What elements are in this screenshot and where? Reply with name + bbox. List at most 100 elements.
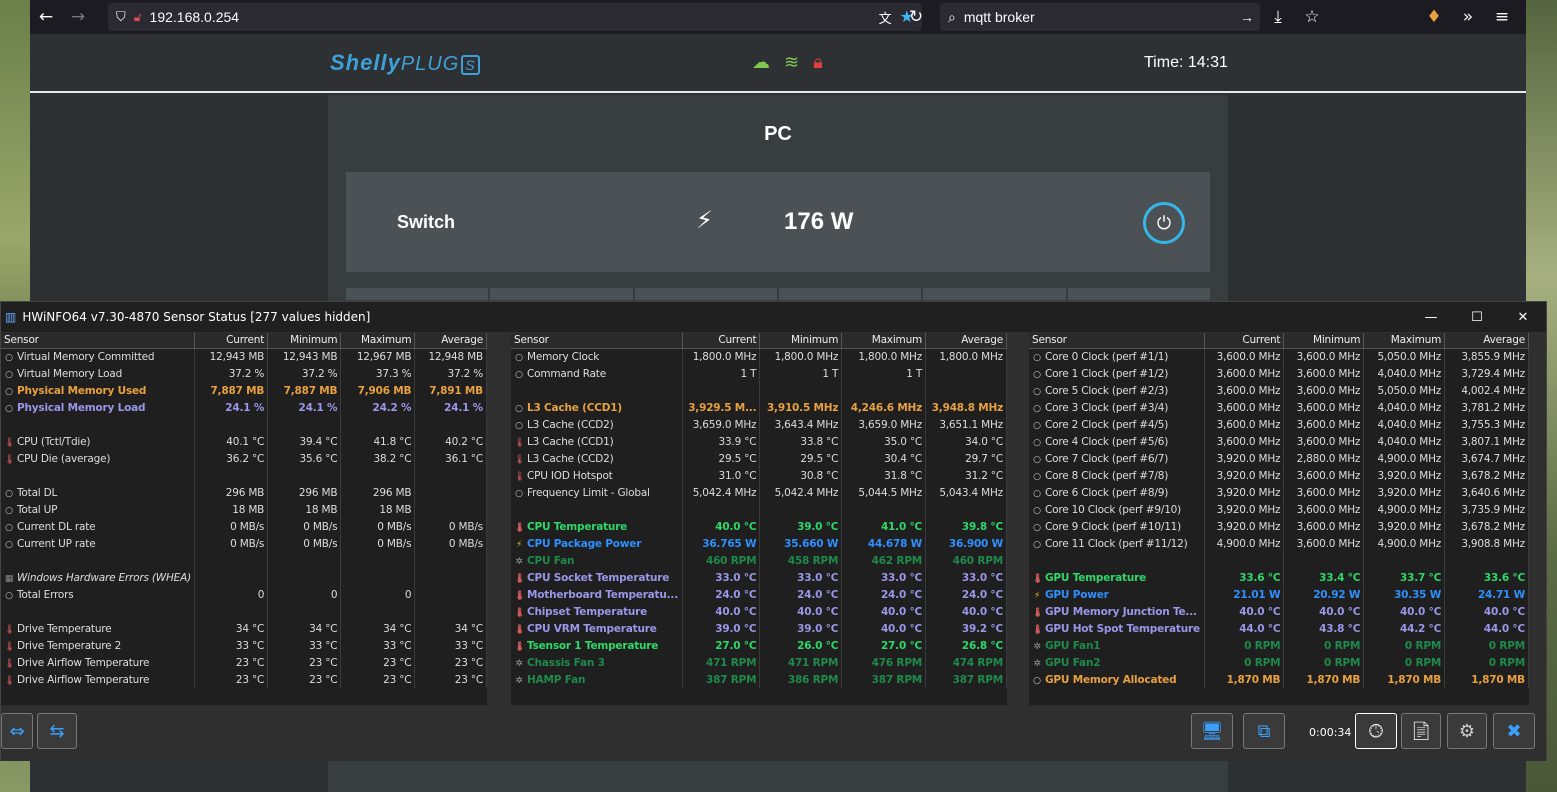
exit-button[interactable]: ✖ (1493, 713, 1535, 749)
sensor-row[interactable]: ○ GPU Memory Allocated 1,870 MB 1,870 MB 1,8… (1029, 671, 1529, 688)
overflow-button[interactable]: » (1452, 0, 1484, 34)
col-sensor[interactable]: Sensor (511, 333, 684, 349)
bookmarks-button[interactable]: ☆ (1296, 0, 1328, 34)
power-toggle-button[interactable]: ⏻ (1143, 202, 1185, 244)
sensor-row[interactable]: ○ Virtual Memory Load 37.2 % 37.2 % 37.3 % 37… (1, 365, 487, 382)
sensor-row[interactable]: 🌡︎ Chipset Temperature 40.0 °C 40.0 °C 40.0 … (511, 603, 1007, 620)
sensor-row[interactable]: 🌡︎ CPU Die (average) 36.2 °C 35.6 °C 38.2 °C… (1, 450, 487, 467)
col-sensor[interactable]: Sensor (1, 333, 195, 349)
sensor-row[interactable]: 🌡︎ GPU Hot Spot Temperature 44.0 °C 43.8 °C… (1029, 620, 1529, 637)
sub-tab[interactable] (1067, 288, 1210, 300)
search-bar[interactable]: ⌕ mqtt broker → (940, 3, 1260, 31)
col-sensor[interactable]: Sensor (1029, 333, 1206, 349)
sub-tab[interactable] (490, 288, 633, 300)
expand-arrows-button[interactable]: ⇔ (1, 713, 33, 749)
extension-icon[interactable]: ♦ (1418, 0, 1450, 34)
downloads-button[interactable]: ⤓ (1262, 0, 1294, 34)
sensor-row[interactable] (1, 603, 487, 620)
sensor-row[interactable]: ○ Current UP rate 0 MB/s 0 MB/s 0 MB/s 0 MB/s (1, 535, 487, 552)
col-average[interactable]: Average (925, 333, 1007, 349)
sensor-row[interactable] (1, 467, 487, 484)
col-maximum[interactable]: Maximum (841, 333, 927, 349)
monitor-button[interactable]: 🖥︎ (1191, 713, 1233, 749)
sensor-row[interactable]: ○ Total Errors 0 0 0 (1, 586, 487, 603)
sensor-row[interactable] (1, 552, 487, 569)
sub-tab[interactable] (346, 288, 489, 300)
sensor-row[interactable] (1, 416, 487, 433)
sensor-row[interactable]: ○ Core 0 Clock (perf #1/1) 3,600.0 MHz 3,60… (1029, 348, 1529, 365)
sensor-row[interactable]: ⚡︎ GPU Power 21.01 W 20.92 W 30.35 W 24.71 W (1029, 586, 1529, 603)
sensor-row[interactable]: 🌡︎ GPU Temperature 33.6 °C 33.4 °C 33.7 °C 33… (1029, 569, 1529, 586)
maximize-button[interactable]: ☐ (1454, 302, 1500, 332)
sensor-row[interactable]: ○ Total UP 18 MB 18 MB 18 MB (1, 501, 487, 518)
sensor-row[interactable]: ▦ Windows Hardware Errors (WHEA) (1, 569, 487, 586)
col-maximum[interactable]: Maximum (1363, 333, 1446, 349)
menu-button[interactable]: ≡ (1486, 0, 1518, 34)
sensor-row[interactable]: 🌡︎ GPU Memory Junction Te... 40.0 °C 40.0 °… (1029, 603, 1529, 620)
url-bar[interactable]: ⛉ 🔓︎ 192.168.0.254 ⽂ ★ (108, 3, 922, 31)
sensor-row[interactable]: ○ Total DL 296 MB 296 MB 296 MB (1, 484, 487, 501)
sensor-row[interactable]: ○ Core 9 Clock (perf #10/11) 3,920.0 MHz 3,… (1029, 518, 1529, 535)
sensor-row[interactable]: ○ Current DL rate 0 MB/s 0 MB/s 0 MB/s 0 MB/s (1, 518, 487, 535)
sensor-row[interactable]: ○ L3 Cache (CCD1) 3,929.5 M... 3,910.5 MHz 4… (511, 399, 1007, 416)
settings-button[interactable]: ⚙ (1447, 713, 1487, 749)
sub-tab[interactable] (634, 288, 777, 300)
report-button[interactable]: 📄︎ (1401, 713, 1441, 749)
translate-icon[interactable]: ⽂ (879, 8, 892, 27)
sensor-row[interactable]: 🌡︎ Drive Airflow Temperature 23 °C 23 °C 23 … (1, 671, 487, 688)
col-average[interactable]: Average (414, 333, 487, 349)
sensor-row[interactable]: ○ Virtual Memory Committed 12,943 MB 12,943… (1, 348, 487, 365)
sensor-row[interactable] (511, 501, 1007, 518)
col-current[interactable]: Current (682, 333, 761, 349)
sensor-row[interactable]: 🌡︎ CPU IOD Hotspot 31.0 °C 30.8 °C 31.8 °C 31… (511, 467, 1007, 484)
search-go-icon[interactable]: → (1240, 9, 1254, 25)
sensor-row[interactable]: 🌡︎ Tsensor 1 Temperature 27.0 °C 26.0 °C 27.… (511, 637, 1007, 654)
sensor-row[interactable]: ○ Core 3 Clock (perf #3/4) 3,600.0 MHz 3,60… (1029, 399, 1529, 416)
sensor-row[interactable]: 🌡︎ CPU (Tctl/Tdie) 40.1 °C 39.4 °C 41.8 °C 40… (1, 433, 487, 450)
col-minimum[interactable]: Minimum (1283, 333, 1365, 349)
sensor-row[interactable]: 🌡︎ Drive Airflow Temperature 23 °C 23 °C 23 … (1, 654, 487, 671)
sensor-row[interactable]: ○ Core 8 Clock (perf #7/8) 3,920.0 MHz 3,60… (1029, 467, 1529, 484)
back-button[interactable]: ← (30, 0, 62, 34)
sub-tab[interactable] (778, 288, 922, 300)
sensor-row[interactable]: ✲ Chassis Fan 3 471 RPM 471 RPM 476 RPM 474 R… (511, 654, 1007, 671)
sensor-row[interactable]: ✲ GPU Fan1 0 RPM 0 RPM 0 RPM 0 RPM (1029, 637, 1529, 654)
sensor-row[interactable]: ○ Core 11 Clock (perf #11/12) 4,900.0 MHz 3… (1029, 535, 1529, 552)
sensor-row[interactable]: ○ Core 7 Clock (perf #6/7) 3,920.0 MHz 2,88… (1029, 450, 1529, 467)
hwinfo-titlebar[interactable]: ▥ HWiNFO64 v7.30-4870 Sensor Status [277… (1, 302, 1546, 332)
sensor-row[interactable]: ○ Command Rate 1 T1 T1 T (511, 365, 1007, 382)
sensor-row[interactable]: 🌡︎ Drive Temperature 34 °C 34 °C 34 °C 34 °C (1, 620, 487, 637)
sensor-row[interactable]: 🌡︎ CPU Socket Temperature 33.0 °C 33.0 °C 33… (511, 569, 1007, 586)
sensor-row[interactable]: 🌡︎ CPU Temperature 40.0 °C 39.0 °C 41.0 °C 39… (511, 518, 1007, 535)
sensor-row[interactable]: ○ L3 Cache (CCD2) 3,659.0 MHz 3,643.4 MHz 3,… (511, 416, 1007, 433)
collapse-arrows-button[interactable]: ⇆ (37, 713, 77, 749)
close-button[interactable]: ✕ (1500, 302, 1546, 332)
sensor-row[interactable]: ○ Memory Clock 1,800.0 MHz 1,800.0 MHz 1,800… (511, 348, 1007, 365)
col-maximum[interactable]: Maximum (340, 333, 416, 349)
sensor-row[interactable]: ○ Core 5 Clock (perf #2/3) 3,600.0 MHz 3,60… (1029, 382, 1529, 399)
sensor-row[interactable]: ✲ HAMP Fan 387 RPM 386 RPM 387 RPM 387 RPM (511, 671, 1007, 688)
sensor-row[interactable]: 🌡︎ Drive Temperature 2 33 °C 33 °C 33 °C 33 °… (1, 637, 487, 654)
sensor-row[interactable] (1029, 552, 1529, 569)
sensor-row[interactable]: ○ Core 4 Clock (perf #5/6) 3,600.0 MHz 3,60… (1029, 433, 1529, 450)
sensor-row[interactable]: 🌡︎ Motherboard Temperatu... 24.0 °C 24.0 °C… (511, 586, 1007, 603)
reload-button[interactable]: ↻ (900, 0, 932, 34)
sub-tab[interactable] (923, 288, 1066, 300)
col-minimum[interactable]: Minimum (759, 333, 843, 349)
sensor-row[interactable]: ○ Physical Memory Load 24.1 % 24.1 % 24.2 % 2… (1, 399, 487, 416)
sensor-row[interactable]: 🌡︎ L3 Cache (CCD1) 33.9 °C 33.8 °C 35.0 °C 34… (511, 433, 1007, 450)
sensor-row[interactable]: ○ Core 6 Clock (perf #8/9) 3,920.0 MHz 3,60… (1029, 484, 1529, 501)
sensor-row[interactable]: ✲ CPU Fan 460 RPM 458 RPM 462 RPM 460 RPM (511, 552, 1007, 569)
sensor-row[interactable]: ○ Physical Memory Used 7,887 MB 7,887 MB 7,9… (1, 382, 487, 399)
sensor-row[interactable]: ○ Frequency Limit - Global 5,042.4 MHz 5,04… (511, 484, 1007, 501)
sensor-row[interactable]: ○ Core 10 Clock (perf #9/10) 3,920.0 MHz 3,… (1029, 501, 1529, 518)
sensor-row[interactable]: ○ Core 2 Clock (perf #4/5) 3,600.0 MHz 3,60… (1029, 416, 1529, 433)
col-minimum[interactable]: Minimum (267, 333, 342, 349)
sensor-row[interactable]: 🌡︎ CPU VRM Temperature 39.0 °C 39.0 °C 40.0 … (511, 620, 1007, 637)
col-average[interactable]: Average (1444, 333, 1529, 349)
sensor-row[interactable]: ○ Core 1 Clock (perf #1/2) 3,600.0 MHz 3,60… (1029, 365, 1529, 382)
col-current[interactable]: Current (194, 333, 269, 349)
sensor-row[interactable]: 🌡︎ L3 Cache (CCD2) 29.5 °C 29.5 °C 30.4 °C 29… (511, 450, 1007, 467)
sensor-row[interactable]: ⚡︎ CPU Package Power 36.765 W 35.660 W 44.67… (511, 535, 1007, 552)
sensor-row[interactable]: ✲ GPU Fan2 0 RPM 0 RPM 0 RPM 0 RPM (1029, 654, 1529, 671)
